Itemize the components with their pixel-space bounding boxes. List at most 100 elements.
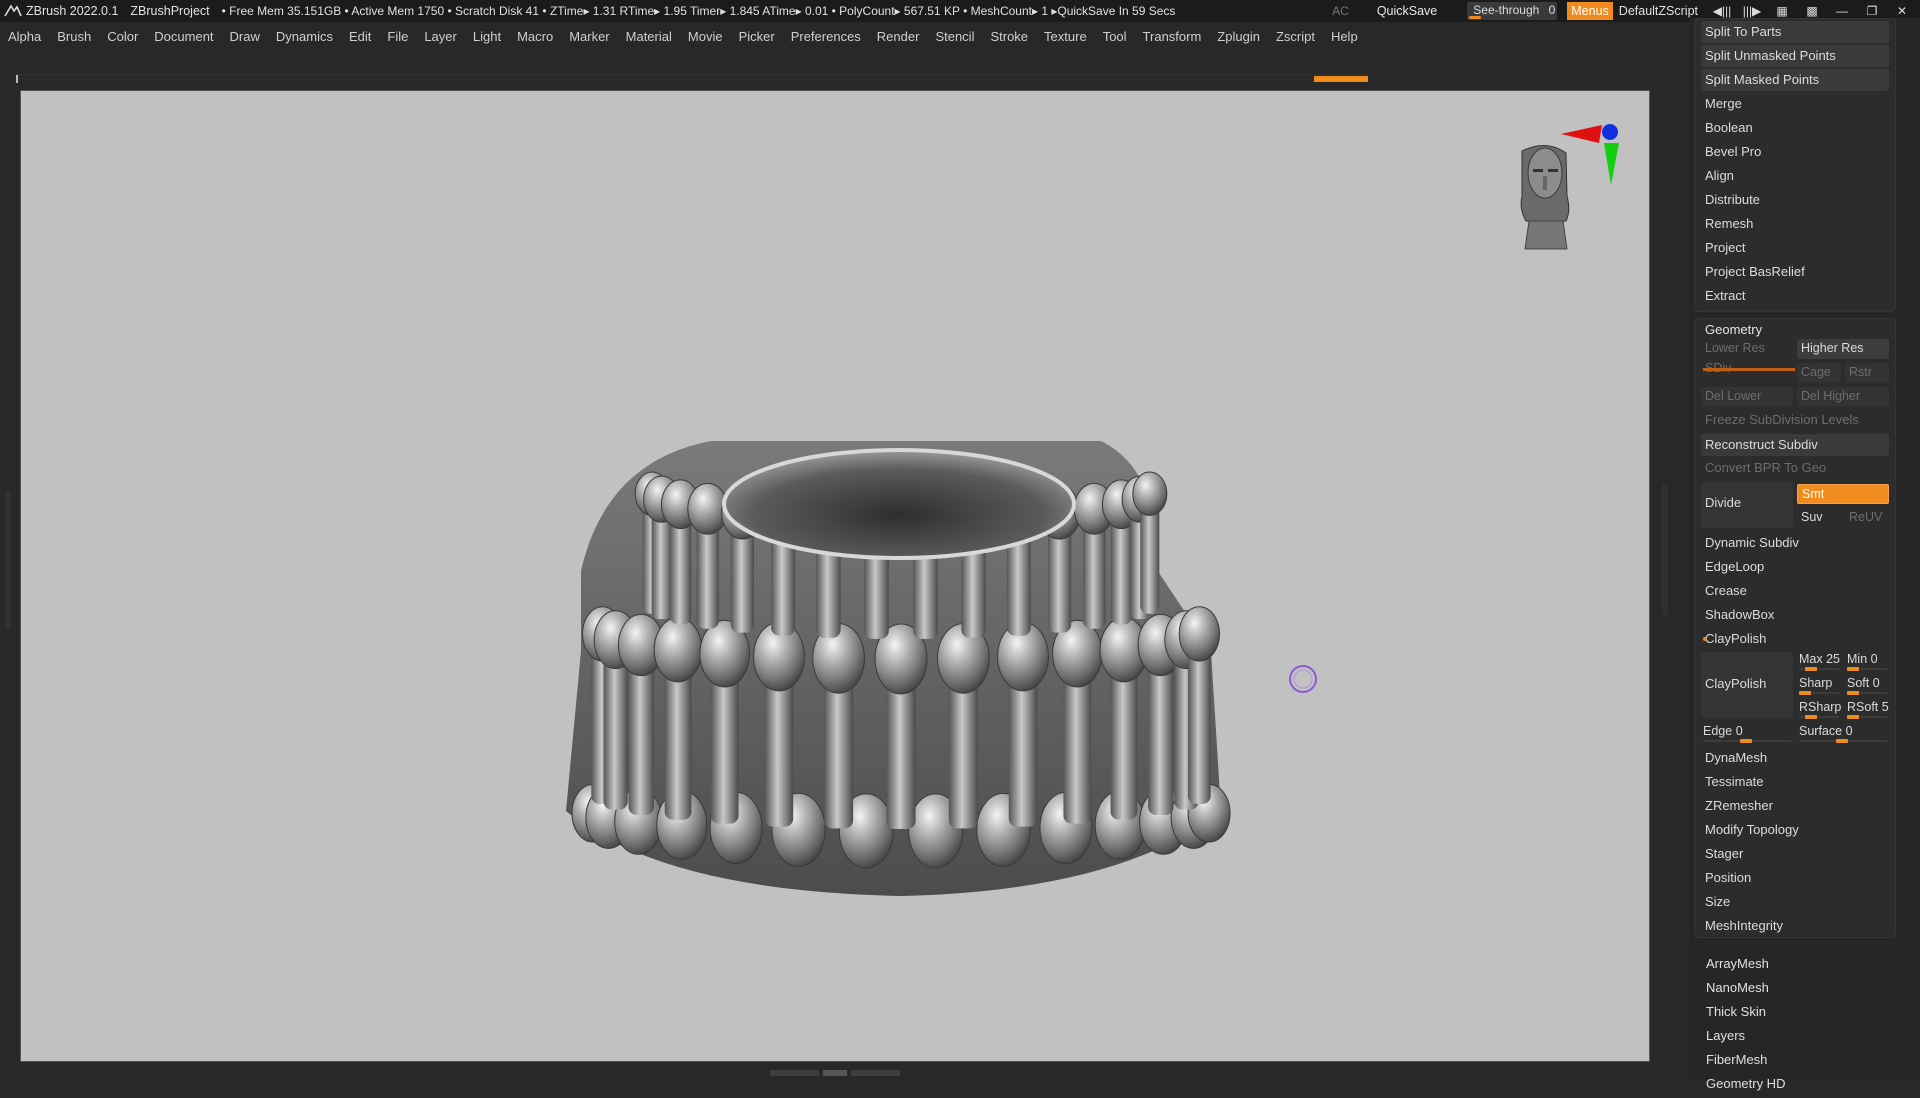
layout-left-icon[interactable]: ◀|||	[1710, 3, 1734, 19]
timeline-strip[interactable]	[16, 74, 1368, 83]
geometry-size-item[interactable]: Size	[1701, 891, 1889, 913]
see-through-slider[interactable]: See-through 0	[1467, 2, 1558, 20]
cage-button[interactable]: Cage	[1797, 363, 1841, 383]
geometry-modify-topology-item[interactable]: Modify Topology	[1701, 819, 1889, 841]
section-nanomesh[interactable]: NanoMesh	[1706, 980, 1886, 1002]
section-layers[interactable]: Layers	[1706, 1028, 1886, 1050]
subtool-split-unmasked-points-button[interactable]: Split Unmasked Points	[1701, 45, 1889, 67]
head-navigator-icon[interactable]	[1520, 145, 1570, 250]
convert-bpr-button[interactable]: Convert BPR To Geo	[1701, 457, 1889, 479]
menu-zscript[interactable]: Zscript	[1268, 29, 1323, 44]
quicksave-button[interactable]: QuickSave	[1377, 4, 1437, 18]
reconstruct-subdiv-button[interactable]: Reconstruct Subdiv	[1701, 434, 1889, 456]
rstr-button[interactable]: Rstr	[1845, 363, 1889, 383]
axis-gizmo-icon[interactable]	[1561, 124, 1619, 185]
menu-picker[interactable]: Picker	[731, 29, 783, 44]
ui-layout-icon[interactable]: ▦	[1770, 3, 1794, 19]
suv-toggle[interactable]: Suv	[1797, 508, 1841, 528]
menu-alpha[interactable]: Alpha	[0, 29, 49, 44]
right-tray-handle[interactable]	[1662, 485, 1668, 615]
reuv-toggle[interactable]: ReUV	[1845, 508, 1889, 528]
menu-dynamics[interactable]: Dynamics	[268, 29, 341, 44]
menu-transform[interactable]: Transform	[1135, 29, 1210, 44]
menu-movie[interactable]: Movie	[680, 29, 731, 44]
divide-button[interactable]: Divide	[1701, 482, 1793, 528]
geometry-dynamesh-item[interactable]: DynaMesh	[1701, 747, 1889, 769]
subtool-split-to-parts-button[interactable]: Split To Parts	[1701, 21, 1889, 43]
menu-macro[interactable]: Macro	[509, 29, 561, 44]
menu-brush[interactable]: Brush	[49, 29, 99, 44]
menu-stroke[interactable]: Stroke	[982, 29, 1036, 44]
higher-res-button[interactable]: Higher Res	[1797, 339, 1889, 359]
section-geometry-hd[interactable]: Geometry HD	[1706, 1076, 1886, 1098]
soft-slider[interactable]: Soft 0	[1845, 675, 1889, 695]
bottom-tray-handle[interactable]	[770, 1070, 900, 1078]
sdiv-slider-track[interactable]	[1703, 368, 1795, 371]
subtool-remesh-button[interactable]: Remesh	[1701, 213, 1889, 235]
shadowbox-item[interactable]: ShadowBox	[1701, 604, 1889, 626]
freeze-subdivision-button[interactable]: Freeze SubDivision Levels	[1701, 409, 1889, 431]
claypolish-item[interactable]: ClayPolish	[1701, 628, 1889, 650]
menu-stencil[interactable]: Stencil	[927, 29, 982, 44]
geometry-tessimate-item[interactable]: Tessimate	[1701, 771, 1889, 793]
menu-texture[interactable]: Texture	[1036, 29, 1095, 44]
surface-slider[interactable]: Surface 0	[1797, 723, 1889, 743]
menu-help[interactable]: Help	[1323, 29, 1366, 44]
minimize-icon[interactable]: —	[1830, 3, 1854, 19]
menu-marker[interactable]: Marker	[561, 29, 617, 44]
ui-swap-icon[interactable]: ▩	[1800, 3, 1824, 19]
del-lower-button[interactable]: Del Lower	[1701, 387, 1793, 407]
subtool-distribute-button[interactable]: Distribute	[1701, 189, 1889, 211]
menu-render[interactable]: Render	[869, 29, 928, 44]
subtool-bevel-pro-button[interactable]: Bevel Pro	[1701, 141, 1889, 163]
document-canvas[interactable]	[20, 90, 1650, 1062]
menu-preferences[interactable]: Preferences	[783, 29, 869, 44]
section-thick-skin[interactable]: Thick Skin	[1706, 1004, 1886, 1026]
geometry-meshintegrity-item[interactable]: MeshIntegrity	[1701, 915, 1889, 937]
3d-model[interactable]	[566, 441, 1231, 896]
timeline-marker[interactable]	[1314, 76, 1368, 82]
dynamic-subdiv-item[interactable]: Dynamic Subdiv	[1701, 532, 1889, 554]
rsoft-slider[interactable]: RSoft 5	[1845, 699, 1889, 719]
lower-res-button[interactable]: Lower Res	[1701, 339, 1793, 359]
section-fibermesh[interactable]: FiberMesh	[1706, 1052, 1886, 1074]
left-tray-handle[interactable]	[5, 490, 11, 630]
geometry-zremesher-item[interactable]: ZRemesher	[1701, 795, 1889, 817]
geometry-stager-item[interactable]: Stager	[1701, 843, 1889, 865]
menu-light[interactable]: Light	[465, 29, 509, 44]
menu-layer[interactable]: Layer	[416, 29, 465, 44]
subtool-split-masked-points-button[interactable]: Split Masked Points	[1701, 69, 1889, 91]
min-slider[interactable]: Min 0	[1845, 651, 1889, 671]
subtool-project-basrelief-button[interactable]: Project BasRelief	[1701, 261, 1889, 283]
del-higher-button[interactable]: Del Higher	[1797, 387, 1889, 407]
crease-item[interactable]: Crease	[1701, 580, 1889, 602]
subtool-merge-button[interactable]: Merge	[1701, 93, 1889, 115]
restore-icon[interactable]: ❐	[1860, 3, 1884, 19]
menu-color[interactable]: Color	[99, 29, 146, 44]
subtool-boolean-button[interactable]: Boolean	[1701, 117, 1889, 139]
subtool-project-button[interactable]: Project	[1701, 237, 1889, 259]
close-icon[interactable]: ✕	[1890, 3, 1914, 19]
edge-slider[interactable]: Edge 0	[1701, 723, 1793, 743]
max-slider[interactable]: Max 25	[1797, 651, 1841, 671]
edgeloop-item[interactable]: EdgeLoop	[1701, 556, 1889, 578]
menu-file[interactable]: File	[379, 29, 416, 44]
menu-tool[interactable]: Tool	[1095, 29, 1135, 44]
smt-toggle[interactable]: Smt	[1797, 484, 1889, 504]
geometry-title[interactable]: Geometry	[1705, 322, 1762, 337]
menu-zplugin[interactable]: Zplugin	[1209, 29, 1268, 44]
menu-draw[interactable]: Draw	[222, 29, 268, 44]
default-zscript-button[interactable]: DefaultZScript	[1619, 4, 1698, 18]
rsharp-slider[interactable]: RSharp	[1797, 699, 1841, 719]
section-arraymesh[interactable]: ArrayMesh	[1706, 956, 1886, 978]
menus-toggle-button[interactable]: Menus	[1567, 2, 1613, 20]
menu-edit[interactable]: Edit	[341, 29, 379, 44]
subtool-align-button[interactable]: Align	[1701, 165, 1889, 187]
layout-right-icon[interactable]: |||▶	[1740, 3, 1764, 19]
sharp-slider[interactable]: Sharp	[1797, 675, 1841, 695]
menu-material[interactable]: Material	[618, 29, 680, 44]
menu-document[interactable]: Document	[146, 29, 221, 44]
claypolish-button[interactable]: ClayPolish	[1701, 652, 1793, 718]
subtool-extract-button[interactable]: Extract	[1701, 285, 1889, 307]
ac-button[interactable]: AC	[1332, 4, 1349, 18]
